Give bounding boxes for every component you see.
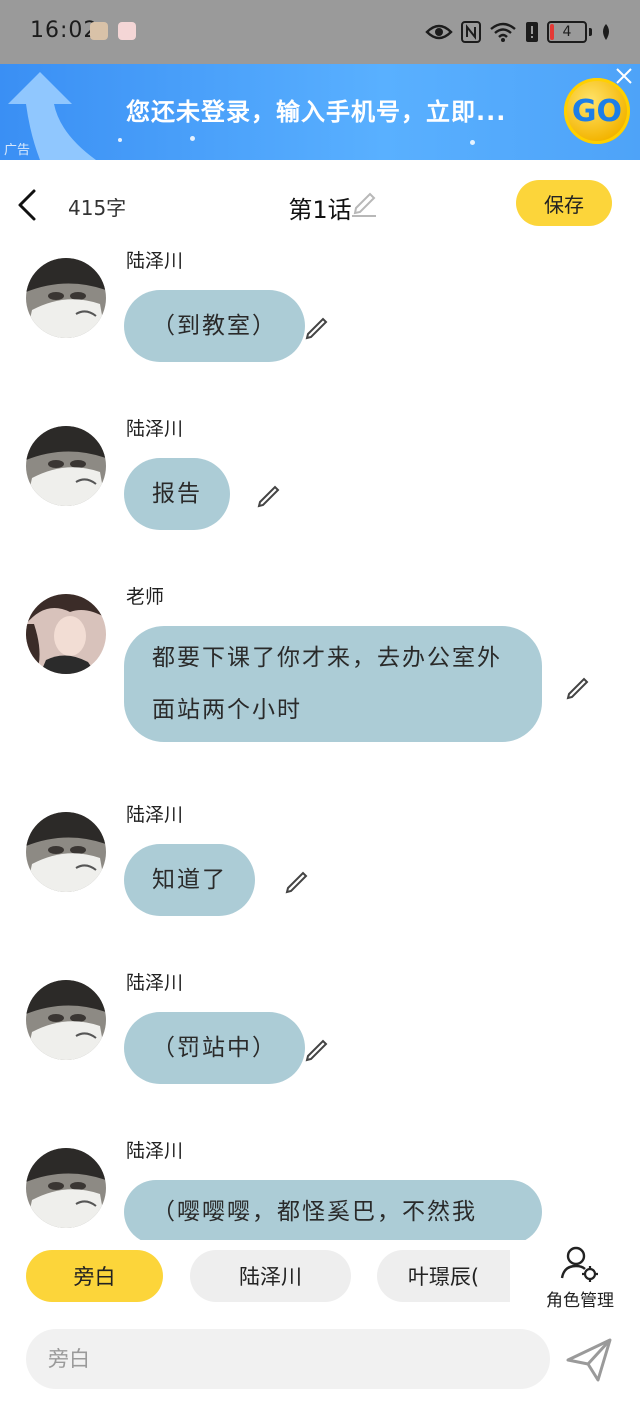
status-time: 16:02: [30, 18, 99, 43]
pencil-icon[interactable]: [350, 188, 378, 218]
avatar[interactable]: [26, 594, 106, 674]
alert-icon: [525, 21, 539, 43]
nfc-icon: [461, 21, 481, 43]
avatar[interactable]: [26, 1148, 106, 1228]
pencil-icon[interactable]: [282, 866, 312, 896]
sparkle-dot: [470, 140, 475, 145]
speaker-name: 陆泽川: [126, 804, 184, 826]
speaker-name: 陆泽川: [126, 972, 184, 994]
send-icon[interactable]: [564, 1336, 614, 1384]
wifi-icon: [489, 21, 517, 43]
battery-tip: [589, 28, 592, 36]
dialogue-bubble[interactable]: 知道了: [124, 844, 255, 916]
eye-icon: [425, 22, 453, 42]
avatar[interactable]: [26, 980, 106, 1060]
message-list[interactable]: 陆泽川 （到教室） 陆泽川 报告 老师 都要下课了你才来，去办公室外面站两个小时…: [0, 246, 640, 1240]
close-icon[interactable]: [614, 66, 634, 86]
role-selector: 旁白 陆泽川 叶璟辰( 角色管理: [0, 1240, 640, 1316]
save-button[interactable]: 保存: [516, 180, 612, 226]
role-manager-label: 角色管理: [546, 1291, 614, 1311]
role-chip-yejingchen[interactable]: 叶璟辰(: [377, 1250, 510, 1302]
input-bar: [0, 1316, 640, 1408]
avatar[interactable]: [26, 812, 106, 892]
app-notification-icon: [118, 22, 136, 40]
pencil-icon[interactable]: [254, 480, 284, 510]
ad-text[interactable]: 您还未登录，输入手机号，立即...: [126, 92, 506, 127]
avatar[interactable]: [26, 258, 106, 338]
sparkle-dot: [118, 138, 122, 142]
sparkle-dot: [190, 136, 195, 141]
status-bar: 16:02 4: [0, 0, 640, 64]
ad-banner[interactable]: 您还未登录，输入手机号，立即... 广告 GO: [0, 64, 640, 160]
dialogue-bubble[interactable]: 报告: [124, 458, 230, 530]
app-notification-icon: [90, 22, 108, 40]
dialogue-bubble[interactable]: （罚站中）: [124, 1012, 305, 1084]
role-chip-luzechuan[interactable]: 陆泽川: [190, 1250, 351, 1302]
editor-header: 415字 第1话 保存: [0, 160, 640, 246]
role-manager-button[interactable]: 角色管理: [532, 1242, 628, 1314]
ad-tag: 广告: [4, 143, 31, 158]
battery-level: 4: [562, 24, 572, 40]
role-chip-narration[interactable]: 旁白: [26, 1250, 163, 1302]
dialogue-bubble[interactable]: （到教室）: [124, 290, 305, 362]
avatar[interactable]: [26, 426, 106, 506]
speaker-name: 陆泽川: [126, 1140, 184, 1162]
dialogue-bubble[interactable]: 都要下课了你才来，去办公室外面站两个小时: [124, 626, 542, 742]
speaker-name: 老师: [126, 586, 165, 608]
speaker-name: 陆泽川: [126, 250, 184, 272]
pencil-icon[interactable]: [563, 672, 593, 702]
pencil-icon[interactable]: [302, 1034, 332, 1064]
battery-icon: 4: [547, 21, 587, 43]
ad-go-button[interactable]: GO: [564, 78, 630, 144]
speaker-name: 陆泽川: [126, 418, 184, 440]
dialogue-input[interactable]: [26, 1329, 550, 1389]
leaf-icon: [600, 23, 612, 41]
user-gear-icon: [560, 1246, 598, 1282]
pencil-icon[interactable]: [302, 312, 332, 342]
dialogue-bubble[interactable]: （嘤嘤嘤，都怪奚巴，不然我: [124, 1180, 542, 1240]
